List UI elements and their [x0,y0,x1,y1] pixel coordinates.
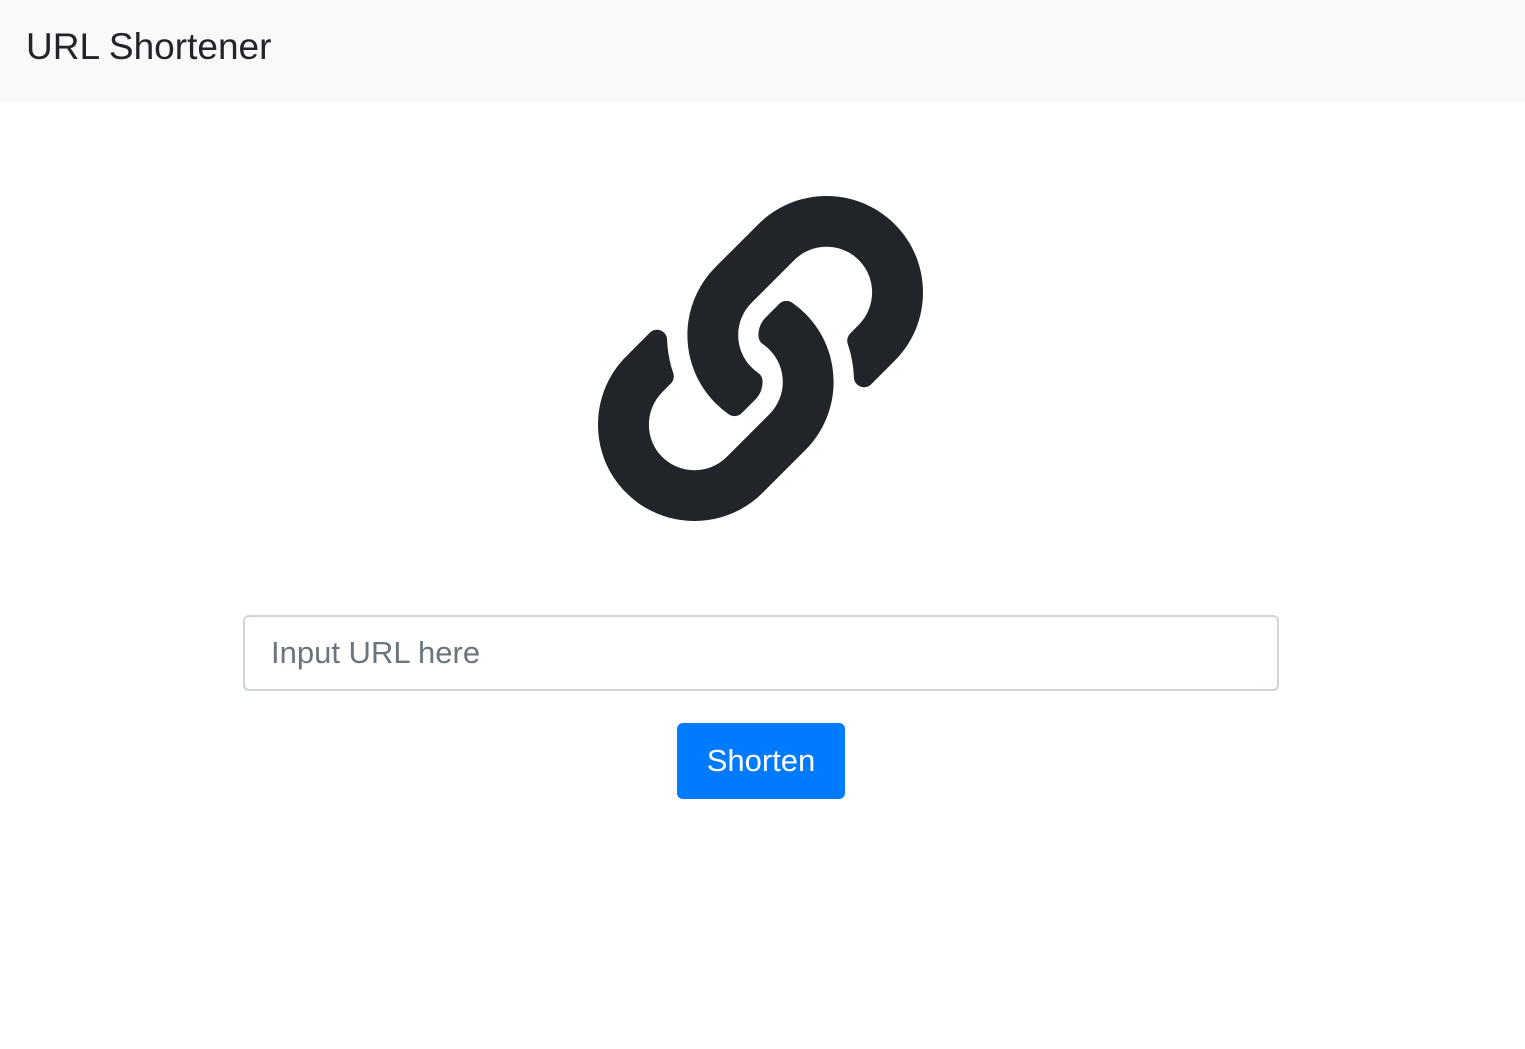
shorten-button[interactable]: Shorten [677,723,845,799]
url-input[interactable] [243,615,1279,691]
link-icon [598,196,923,521]
navbar: URL Shortener [0,0,1525,102]
brand-title[interactable]: URL Shortener [26,24,271,70]
